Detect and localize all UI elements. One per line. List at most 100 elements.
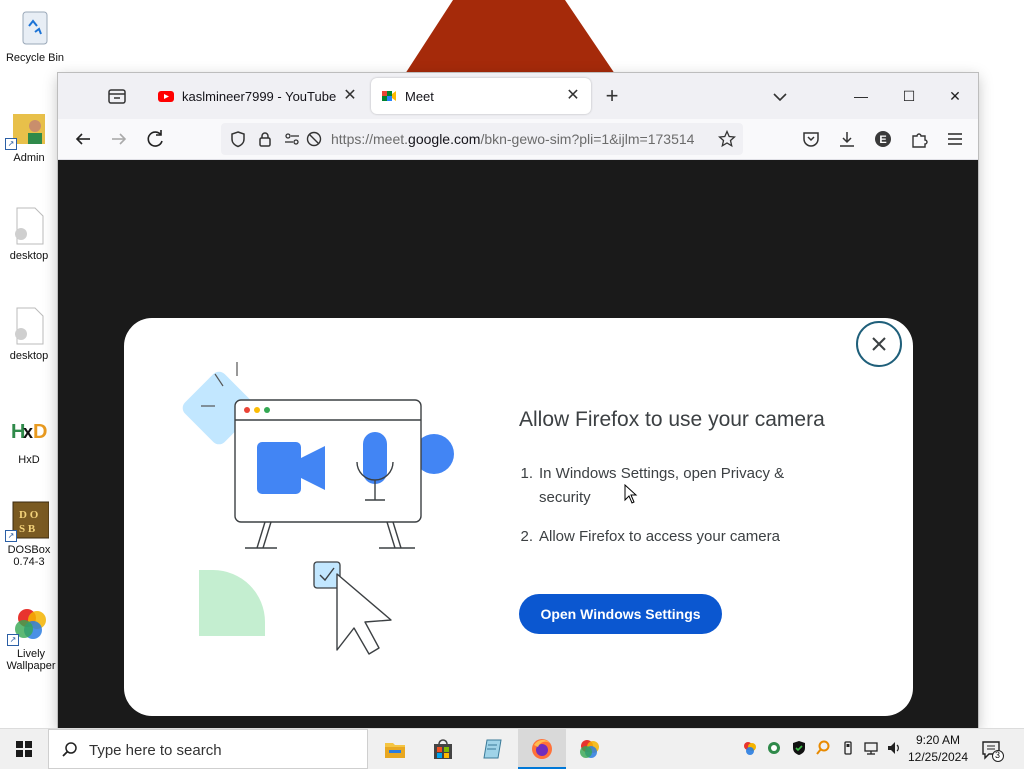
extensions-icon[interactable] (909, 129, 929, 149)
dialog-close-button[interactable] (856, 321, 902, 367)
url-text[interactable]: https://meet.google.com/bkn-gewo-sim?pli… (331, 131, 711, 147)
desktop-icon-label: Lively Wallpaper (6, 648, 56, 672)
forward-button[interactable] (105, 125, 133, 153)
taskbar-microsoft-store[interactable] (419, 729, 467, 769)
tray-lively-icon[interactable] (742, 740, 758, 756)
instruction-step: 1. In Windows Settings, open Privacy & s… (514, 462, 814, 510)
notepad-icon (481, 737, 505, 761)
windows-security-icon[interactable] (791, 740, 807, 756)
taskbar-search-box[interactable]: Type here to search (48, 729, 368, 769)
pocket-icon[interactable] (801, 129, 821, 149)
desktop-icon-label: desktop (9, 350, 49, 362)
list-all-tabs-button[interactable] (768, 85, 792, 109)
taskbar-firefox[interactable] (518, 729, 566, 769)
file-explorer-icon (383, 737, 407, 761)
tray-search-app-icon[interactable] (815, 740, 831, 756)
window-close-button[interactable]: ✕ (932, 81, 978, 111)
svg-text:D: D (33, 421, 47, 443)
desktop-icon-hxd[interactable]: HxD HxD (0, 410, 58, 466)
system-clock[interactable]: 9:20 AM 12/25/2024 (906, 732, 970, 766)
firefox-window: kaslmineer7999 - YouTube ✕ Meet ✕ + — ☐ … (58, 73, 978, 728)
page-content: Allow Firefox to use your camera 1. In W… (58, 160, 978, 728)
svg-text:x: x (23, 422, 33, 442)
recycle-bin-icon (15, 8, 55, 48)
shield-icon[interactable] (229, 130, 247, 148)
account-avatar-icon[interactable]: E (873, 129, 893, 149)
mouse-cursor-icon (624, 484, 638, 504)
google-meet-icon (381, 88, 397, 104)
shortcut-arrow-icon: ↗ (5, 138, 17, 150)
desktop-icon-recycle-bin[interactable]: Recycle Bin (0, 8, 70, 64)
desktop-icon-label: desktop (9, 250, 49, 262)
tab-title: Meet (405, 88, 434, 104)
tab-bar: kaslmineer7999 - YouTube ✕ Meet ✕ + — ☐ … (58, 73, 978, 119)
close-icon (872, 337, 886, 351)
open-windows-settings-button[interactable]: Open Windows Settings (519, 594, 722, 634)
dialog-title: Allow Firefox to use your camera (519, 408, 825, 431)
usb-device-icon[interactable] (840, 740, 856, 756)
close-tab-icon[interactable]: ✕ (338, 84, 362, 108)
firefox-view-button[interactable] (106, 85, 128, 107)
tab-meet[interactable]: Meet ✕ (371, 78, 591, 114)
svg-text:E: E (879, 134, 886, 146)
minimize-button[interactable]: — (838, 81, 884, 111)
url-domain: google.com (408, 131, 481, 147)
lively-wallpaper-icon (578, 737, 602, 761)
lively-wallpaper-icon: ↗ (7, 604, 51, 646)
desktop-icon-label: DOSBox 0.74-3 (7, 544, 51, 568)
address-bar[interactable]: https://meet.google.com/bkn-gewo-sim?pli… (221, 123, 743, 155)
camera-illustration (182, 362, 454, 655)
tab-youtube[interactable]: kaslmineer7999 - YouTube ✕ (148, 78, 368, 114)
step-text: Allow Firefox to access your camera (539, 528, 780, 545)
network-icon[interactable] (863, 740, 879, 756)
desktop-icon-label: Recycle Bin (5, 52, 65, 64)
tray-app-icon[interactable] (766, 740, 782, 756)
downloads-icon[interactable] (837, 129, 857, 149)
search-placeholder: Type here to search (89, 742, 222, 759)
menu-icon[interactable] (945, 129, 965, 149)
notification-icon (982, 741, 1004, 762)
volume-icon[interactable] (886, 740, 902, 756)
microsoft-store-icon (431, 737, 455, 761)
close-tab-icon[interactable]: ✕ (561, 84, 585, 108)
step-text: In Windows Settings, open Privacy & secu… (539, 465, 785, 506)
start-button[interactable] (0, 729, 48, 769)
instruction-steps: 1. In Windows Settings, open Privacy & s… (514, 462, 814, 564)
back-button[interactable] (69, 125, 97, 153)
action-center-button[interactable]: 3 (980, 738, 1004, 762)
taskbar-file-explorer[interactable] (371, 729, 419, 769)
taskbar-notepad[interactable] (469, 729, 517, 769)
new-tab-button[interactable]: + (600, 85, 624, 109)
svg-text:D O: D O (19, 509, 39, 521)
windows-logo-icon (16, 741, 32, 757)
desktop-icon-lively[interactable]: ↗ Lively Wallpaper (0, 604, 62, 672)
maximize-button[interactable]: ☐ (886, 81, 932, 111)
desktop-icon-dosbox[interactable]: D O S B ↗ DOSBox 0.74-3 (0, 500, 58, 568)
youtube-icon (158, 88, 174, 104)
camera-blocked-icon[interactable] (305, 130, 323, 148)
desktop-icon-desktop-1[interactable]: desktop (0, 206, 58, 262)
clock-time: 9:20 AM (915, 733, 961, 747)
navigation-toolbar: https://meet.google.com/bkn-gewo-sim?pli… (58, 119, 978, 160)
step-number: 1. (520, 465, 533, 482)
reload-button[interactable] (141, 125, 169, 153)
url-prefix: https://meet. (331, 131, 409, 147)
wallpaper-shape (405, 0, 615, 74)
back-arrow-icon (75, 133, 90, 145)
svg-text:S B: S B (19, 523, 36, 535)
dosbox-icon: D O S B ↗ (5, 500, 50, 542)
permissions-icon[interactable] (283, 130, 301, 148)
firefox-view-icon (108, 89, 126, 104)
desktop-icon-desktop-2[interactable]: desktop (0, 306, 58, 362)
shortcut-arrow-icon: ↗ (7, 634, 19, 646)
camera-permission-dialog: Allow Firefox to use your camera 1. In W… (124, 318, 913, 716)
desktop-icon-label: Admin (13, 152, 45, 164)
desktop-icon-admin[interactable]: ↗ Admin (0, 108, 58, 164)
lock-icon[interactable] (256, 130, 274, 148)
reload-icon (147, 130, 163, 147)
taskbar-lively-wallpaper[interactable] (566, 729, 614, 769)
hxd-icon: HxD (9, 410, 49, 450)
shortcut-arrow-icon: ↗ (5, 530, 17, 542)
bookmark-star-icon[interactable] (717, 129, 737, 148)
url-path: /bkn-gewo-sim?pli=1&ijlm=173514 (480, 131, 695, 147)
